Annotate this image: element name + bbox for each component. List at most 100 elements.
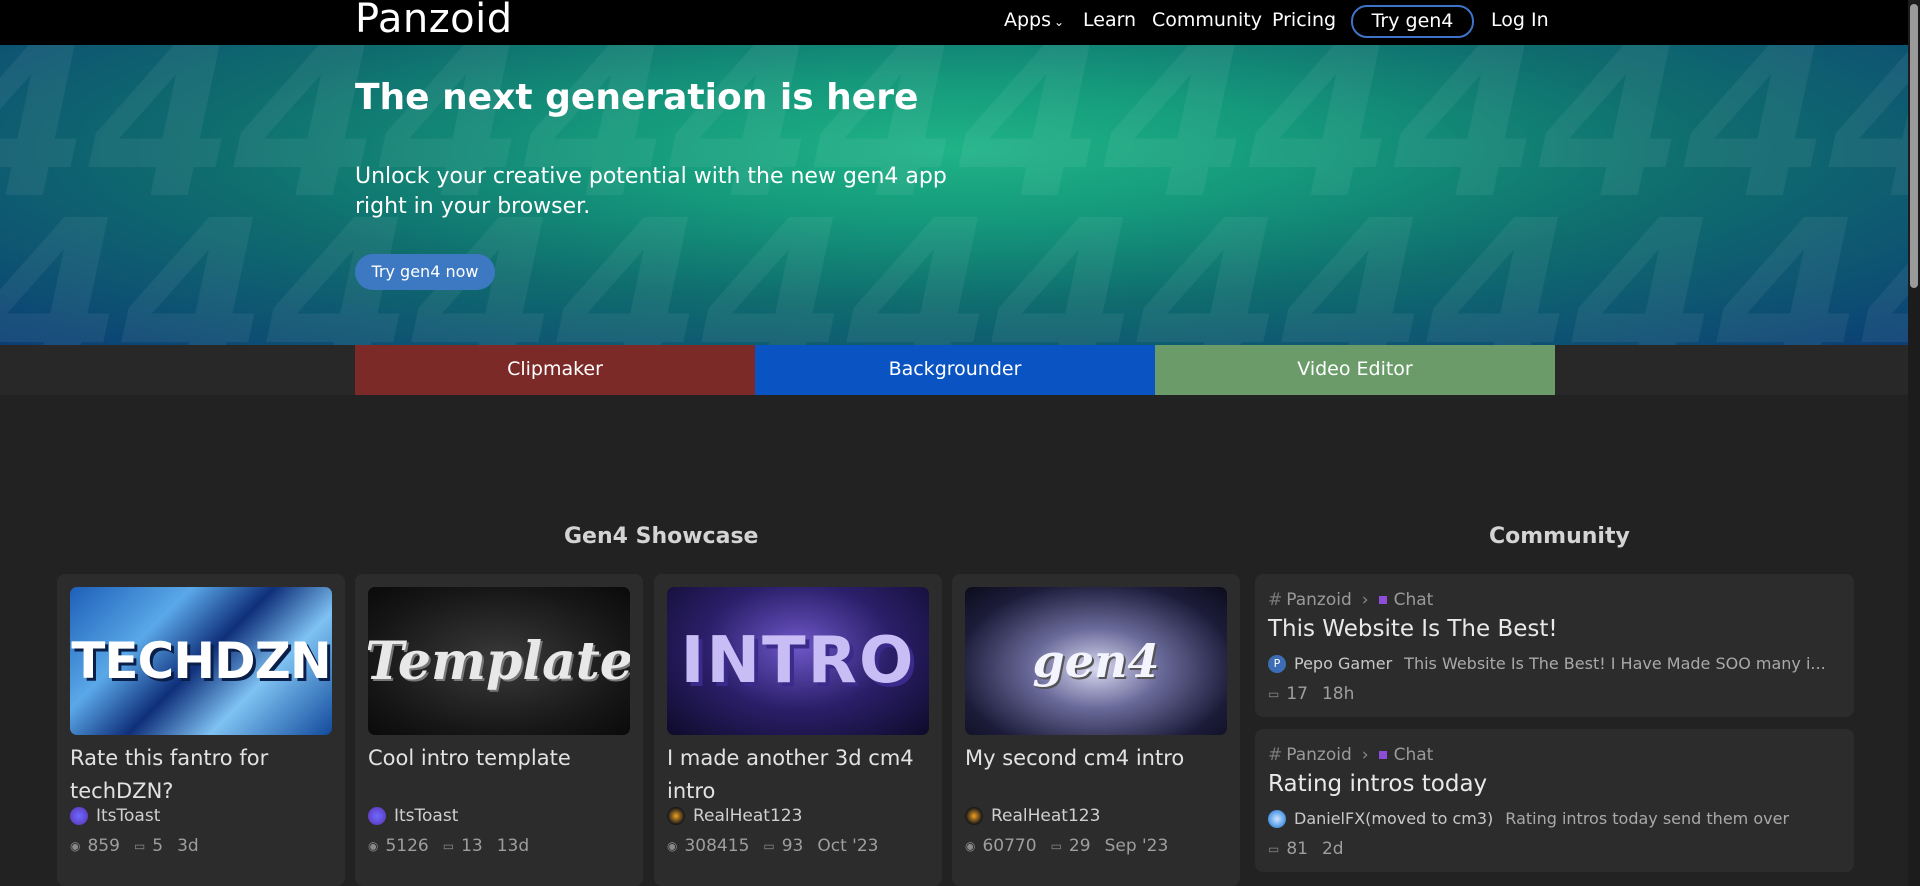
- post-age: 18h: [1321, 684, 1355, 704]
- eye-icon: ◉: [70, 839, 81, 853]
- top-nav: Panzoid Apps ⌄ Learn Community Pricing T…: [0, 0, 1908, 45]
- reply-count: 17: [1286, 684, 1308, 704]
- author-name: ItsToast: [96, 806, 161, 826]
- view-count: 308415: [684, 836, 750, 856]
- author-name: ItsToast: [394, 806, 459, 826]
- comment-icon: ▭: [442, 839, 455, 853]
- card-stats: ◉ 5126 ▭ 13 13d: [368, 836, 529, 856]
- comment-count: 5: [152, 836, 164, 856]
- post-age: Oct '23: [817, 836, 879, 856]
- thumbnail-text: INTRO: [680, 624, 916, 698]
- nav-apps-menu[interactable]: Apps ⌄: [1004, 9, 1064, 31]
- showcase-card[interactable]: gen4 My second cm4 intro RealHeat123 ◉ 6…: [952, 574, 1240, 886]
- try-gen4-now-button[interactable]: Try gen4 now: [355, 254, 495, 290]
- post-breadcrumb: # Panzoid › Chat: [1268, 590, 1433, 610]
- panzoid-logo[interactable]: Panzoid: [355, 0, 513, 42]
- post-age: 13d: [496, 836, 530, 856]
- card-stats: ◉ 60770 ▭ 29 Sep '23: [965, 836, 1168, 856]
- hash-icon: #: [1268, 745, 1283, 765]
- scrollbar-thumb[interactable]: [1910, 4, 1918, 288]
- view-count: 5126: [385, 836, 429, 856]
- thumbnail-text: TECHDZN: [71, 632, 331, 690]
- nav-pricing-link[interactable]: Pricing: [1272, 9, 1336, 31]
- hash-icon: #: [1268, 590, 1283, 610]
- showcase-card[interactable]: INTRO I made another 3d cm4 intro RealHe…: [654, 574, 942, 886]
- post-author[interactable]: Pepo Gamer: [1294, 654, 1392, 673]
- channel-color-icon: [1378, 751, 1387, 759]
- card-thumbnail[interactable]: Template: [368, 587, 630, 735]
- card-thumbnail[interactable]: INTRO: [667, 587, 929, 735]
- video-editor-tab[interactable]: Video Editor: [1155, 345, 1555, 395]
- card-stats: ◉ 859 ▭ 5 3d: [70, 836, 199, 856]
- comment-icon: ▭: [1268, 687, 1280, 701]
- nav-apps-label: Apps: [1004, 9, 1052, 31]
- post-category[interactable]: Panzoid: [1286, 745, 1352, 765]
- post-age: Sep '23: [1104, 836, 1169, 856]
- post-stats: ▭ 17 18h: [1268, 684, 1354, 704]
- post-channel[interactable]: Chat: [1394, 590, 1434, 610]
- chevron-right-icon: ›: [1361, 745, 1369, 765]
- comment-icon: ▭: [1050, 839, 1062, 853]
- card-author[interactable]: RealHeat123: [667, 806, 802, 826]
- card-author[interactable]: ItsToast: [368, 806, 458, 826]
- author-avatar: [368, 807, 386, 825]
- post-category[interactable]: Panzoid: [1286, 590, 1352, 610]
- comment-icon: ▭: [133, 839, 146, 853]
- author-avatar: [965, 807, 983, 825]
- hero-banner: 4444444444444444444444444444 The next ge…: [0, 45, 1908, 345]
- comment-count: 13: [461, 836, 483, 856]
- card-title[interactable]: My second cm4 intro: [965, 742, 1227, 775]
- chevron-down-icon: ⌄: [1054, 15, 1065, 29]
- view-count: 859: [87, 836, 120, 856]
- card-title[interactable]: Cool intro template: [368, 742, 630, 775]
- nav-community-link[interactable]: Community: [1152, 9, 1262, 31]
- community-title: Community: [1489, 524, 1630, 549]
- reply-count: 81: [1286, 839, 1308, 859]
- post-meta: P Pepo Gamer This Website Is The Best! I…: [1268, 654, 1826, 673]
- view-count: 60770: [982, 836, 1037, 856]
- try-gen4-button[interactable]: Try gen4: [1351, 5, 1474, 38]
- author-avatar: [667, 807, 685, 825]
- clipmaker-tab[interactable]: Clipmaker: [355, 345, 755, 395]
- page-scrollbar[interactable]: [1908, 0, 1920, 886]
- showcase-title: Gen4 Showcase: [564, 524, 759, 549]
- comment-icon: ▭: [763, 839, 775, 853]
- post-author[interactable]: DanielFX(moved to cm3): [1294, 809, 1493, 828]
- post-excerpt: Rating intros today send them over: [1505, 809, 1790, 828]
- nav-learn-link[interactable]: Learn: [1083, 9, 1136, 31]
- post-excerpt: This Website Is The Best! I Have Made SO…: [1404, 654, 1826, 673]
- card-title[interactable]: I made another 3d cm4 intro: [667, 742, 929, 808]
- comment-count: 93: [781, 836, 804, 856]
- backgrounder-tab[interactable]: Backgrounder: [755, 345, 1155, 395]
- community-post[interactable]: # Panzoid › Chat This Website Is The Bes…: [1255, 574, 1854, 717]
- post-age: 3d: [177, 836, 199, 856]
- post-breadcrumb: # Panzoid › Chat: [1268, 745, 1433, 765]
- channel-color-icon: [1378, 596, 1387, 604]
- post-title[interactable]: Rating intros today: [1268, 771, 1487, 797]
- comment-count: 29: [1068, 836, 1091, 856]
- author-name: RealHeat123: [693, 806, 803, 826]
- card-author[interactable]: ItsToast: [70, 806, 160, 826]
- post-age: 2d: [1321, 839, 1344, 859]
- author-name: RealHeat123: [991, 806, 1101, 826]
- community-post[interactable]: # Panzoid › Chat Rating intros today Dan…: [1255, 729, 1854, 872]
- eye-icon: ◉: [667, 839, 678, 853]
- showcase-card[interactable]: Template Cool intro template ItsToast ◉ …: [355, 574, 643, 886]
- author-avatar[interactable]: P: [1268, 654, 1286, 673]
- author-avatar: [70, 807, 88, 825]
- thumbnail-text: gen4: [1032, 634, 1160, 688]
- card-author[interactable]: RealHeat123: [965, 806, 1100, 826]
- card-thumbnail[interactable]: gen4: [965, 587, 1227, 735]
- post-meta: DanielFX(moved to cm3) Rating intros tod…: [1268, 809, 1789, 828]
- login-link[interactable]: Log In: [1491, 9, 1549, 31]
- hero-title: The next generation is here: [355, 77, 919, 118]
- hero-subtitle: Unlock your creative potential with the …: [355, 164, 947, 219]
- chevron-right-icon: ›: [1361, 590, 1369, 610]
- card-title[interactable]: Rate this fantro for techDZN?: [70, 742, 332, 808]
- post-title[interactable]: This Website Is The Best!: [1268, 616, 1558, 642]
- card-thumbnail[interactable]: TECHDZN: [70, 587, 332, 735]
- showcase-card[interactable]: TECHDZN Rate this fantro for techDZN? It…: [57, 574, 345, 886]
- author-avatar[interactable]: [1268, 809, 1286, 828]
- post-channel[interactable]: Chat: [1394, 745, 1434, 765]
- comment-icon: ▭: [1268, 842, 1280, 856]
